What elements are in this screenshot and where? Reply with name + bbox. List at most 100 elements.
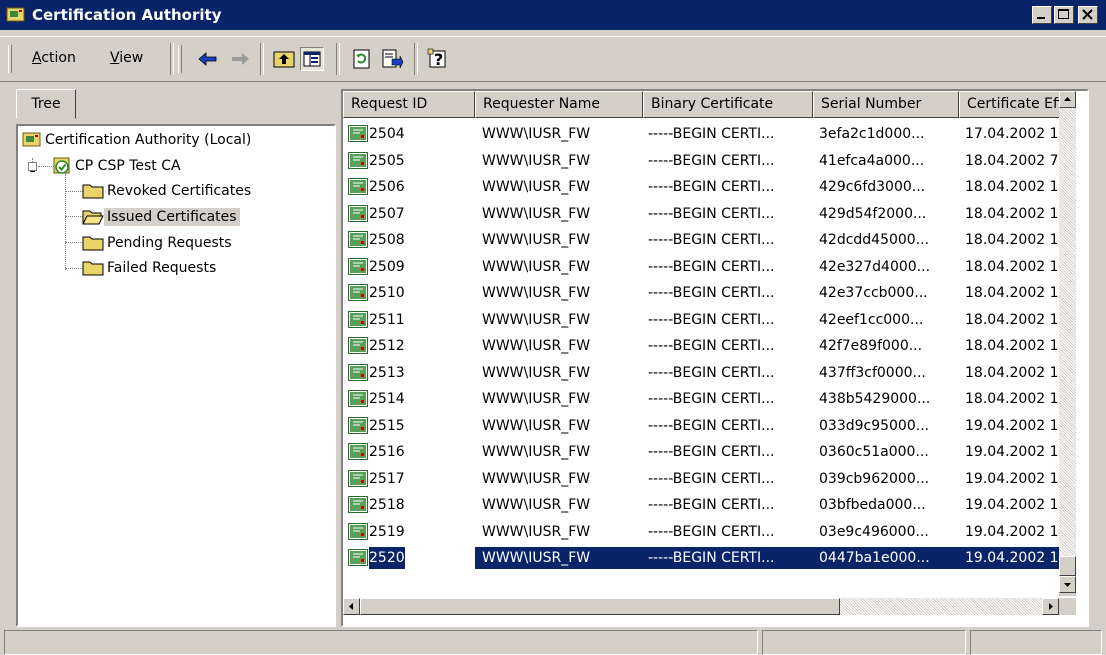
cell-certificate-effective: 19.04.2002 16	[965, 496, 1063, 513]
vertical-scrollbar[interactable]	[1059, 91, 1076, 596]
maximize-button[interactable]	[1054, 6, 1074, 24]
table-row[interactable]: 2504 WWW\IUSR_FW -----BEGIN CERTI... 3efa2c…	[343, 120, 1063, 147]
forward-arrow-icon[interactable]	[228, 47, 252, 71]
table-row[interactable]: 2514 WWW\IUSR_FW -----BEGIN CERTI... 438b54…	[343, 385, 1063, 412]
toolbar: Action View ?	[0, 36, 1106, 82]
up-folder-icon[interactable]	[272, 47, 296, 71]
table-row[interactable]: 2507 WWW\IUSR_FW -----BEGIN CERTI... 429d54…	[343, 200, 1063, 227]
menu-action[interactable]: Action	[32, 50, 76, 66]
certificate-icon	[348, 417, 368, 434]
cell-request-id: 2512	[343, 335, 475, 357]
folder-icon	[82, 236, 104, 251]
table-row[interactable]: 2512 WWW\IUSR_FW -----BEGIN CERTI... 42f7e8…	[343, 332, 1063, 359]
tree-connector	[38, 166, 52, 167]
scroll-up-button[interactable]	[1059, 91, 1076, 108]
table-row[interactable]: 2516 WWW\IUSR_FW -----BEGIN CERTI... 0360c5…	[343, 438, 1063, 465]
column-header-request-id[interactable]: Request ID	[343, 91, 475, 118]
cell-binary-certificate: -----BEGIN CERTI...	[648, 125, 775, 142]
scroll-track[interactable]	[840, 598, 1042, 615]
request-id: 2511	[369, 311, 405, 328]
scroll-left-button[interactable]	[343, 598, 360, 615]
collapse-toggle[interactable]	[28, 162, 37, 172]
tree-item-failed-requests[interactable]: Failed Requests	[82, 257, 219, 279]
column-header-certificate-effective[interactable]: Certificate Effe	[959, 91, 1063, 118]
cell-serial-number: 03e9c496000...	[819, 523, 929, 540]
tree-item-revoked-certificates[interactable]: Revoked Certificates	[82, 180, 254, 202]
table-row[interactable]: 2517 WWW\IUSR_FW -----BEGIN CERTI... 039cb9…	[343, 465, 1063, 492]
cell-binary-certificate: -----BEGIN CERTI...	[648, 337, 775, 354]
column-header-requester-name[interactable]: Requester Name	[475, 91, 643, 118]
cell-binary-certificate: -----BEGIN CERTI...	[648, 311, 775, 328]
show-hide-tree-button[interactable]	[300, 47, 324, 71]
cell-certificate-effective: 19.04.2002 14	[965, 417, 1063, 434]
toolbar-separator	[170, 43, 174, 75]
back-arrow-icon[interactable]	[196, 47, 220, 71]
cell-certificate-effective: 19.04.2002 16	[965, 470, 1063, 487]
cell-serial-number: 039cb962000...	[819, 470, 930, 487]
export-list-icon[interactable]	[380, 47, 404, 71]
tree-item-pending-requests[interactable]: Pending Requests	[82, 232, 235, 254]
cell-requester-name: WWW\IUSR_FW	[482, 178, 591, 195]
table-row[interactable]: 2511 WWW\IUSR_FW -----BEGIN CERTI... 42eef1…	[343, 306, 1063, 333]
certificate-icon	[348, 337, 368, 354]
table-row[interactable]: 2519 WWW\IUSR_FW -----BEGIN CERTI... 03e9c4…	[343, 518, 1063, 545]
help-icon[interactable]: ?	[426, 47, 450, 71]
cell-serial-number: 42f7e89f000...	[819, 337, 923, 354]
certificate-icon	[348, 470, 368, 487]
tree-item-label: Issued Certificates	[104, 208, 240, 226]
tree-item-ca[interactable]: CP CSP Test CA	[52, 155, 184, 177]
table-row[interactable]: 2506 WWW\IUSR_FW -----BEGIN CERTI... 429c6f…	[343, 173, 1063, 200]
table-row[interactable]: 2518 WWW\IUSR_FW -----BEGIN CERTI... 03bfbe…	[343, 491, 1063, 518]
table-row[interactable]: 2505 WWW\IUSR_FW -----BEGIN CERTI... 41efca…	[343, 147, 1063, 174]
column-header-serial-number[interactable]: Serial Number	[813, 91, 959, 118]
title-bar[interactable]: Certification Authority	[0, 0, 1106, 30]
cell-binary-certificate: -----BEGIN CERTI...	[648, 443, 775, 460]
table-row[interactable]: 2520 WWW\IUSR_FW -----BEGIN CERTI... 0447ba…	[343, 544, 1063, 571]
request-id: 2508	[369, 231, 405, 248]
request-id: 2506	[369, 178, 405, 195]
request-id: 2504	[369, 125, 405, 142]
table-row[interactable]: 2515 WWW\IUSR_FW -----BEGIN CERTI... 033d9c…	[343, 412, 1063, 439]
scroll-down-button[interactable]	[1059, 576, 1076, 593]
table-row[interactable]: 2513 WWW\IUSR_FW -----BEGIN CERTI... 437ff3…	[343, 359, 1063, 386]
scroll-thumb[interactable]	[1059, 556, 1076, 576]
scroll-thumb[interactable]	[360, 598, 840, 615]
cell-requester-name: WWW\IUSR_FW	[482, 364, 591, 381]
cell-requester-name: WWW\IUSR_FW	[482, 417, 591, 434]
tree-item-label: Pending Requests	[107, 235, 232, 251]
tab-tree[interactable]: Tree	[16, 89, 76, 119]
cell-serial-number: 42dcdd45000...	[819, 231, 930, 248]
certificate-icon	[348, 284, 368, 301]
menu-action-accel: A	[32, 50, 42, 66]
tree-connector	[65, 242, 83, 243]
left-arrow-icon	[349, 603, 353, 610]
cell-serial-number: 42eef1cc000...	[819, 311, 924, 328]
status-panel	[4, 630, 758, 655]
table-row[interactable]: 2508 WWW\IUSR_FW -----BEGIN CERTI... 42dcdd…	[343, 226, 1063, 253]
close-button[interactable]	[1078, 6, 1098, 24]
ca-server-icon	[53, 157, 70, 174]
tree-item-label: CP CSP Test CA	[75, 158, 181, 174]
tree-item-root[interactable]: Certification Authority (Local)	[22, 129, 254, 151]
horizontal-scrollbar[interactable]	[343, 598, 1059, 615]
status-bar	[0, 630, 1106, 655]
refresh-icon[interactable]	[350, 47, 374, 71]
cell-serial-number: 0360c51a000...	[819, 443, 929, 460]
svg-text:?: ?	[434, 50, 443, 69]
toolbar-grip[interactable]	[8, 45, 12, 73]
menu-view[interactable]: View	[110, 50, 143, 66]
scroll-right-button[interactable]	[1042, 598, 1059, 615]
scroll-track[interactable]	[1059, 108, 1076, 568]
cell-certificate-effective: 19.04.2002 15	[965, 443, 1063, 460]
cell-request-id: 2515	[343, 415, 475, 437]
column-header-binary-certificate[interactable]: Binary Certificate	[643, 91, 813, 118]
certificate-icon	[348, 549, 368, 566]
cell-requester-name: WWW\IUSR_FW	[482, 231, 591, 248]
table-row[interactable]: 2509 WWW\IUSR_FW -----BEGIN CERTI... 42e327…	[343, 253, 1063, 280]
tree-item-issued-certificates[interactable]: Issued Certificates	[82, 206, 240, 228]
request-id: 2517	[369, 470, 405, 487]
table-row[interactable]: 2510 WWW\IUSR_FW -----BEGIN CERTI... 42e37c…	[343, 279, 1063, 306]
minimize-button[interactable]	[1032, 6, 1052, 24]
minus-icon	[30, 171, 35, 172]
request-id: 2514	[369, 390, 405, 407]
